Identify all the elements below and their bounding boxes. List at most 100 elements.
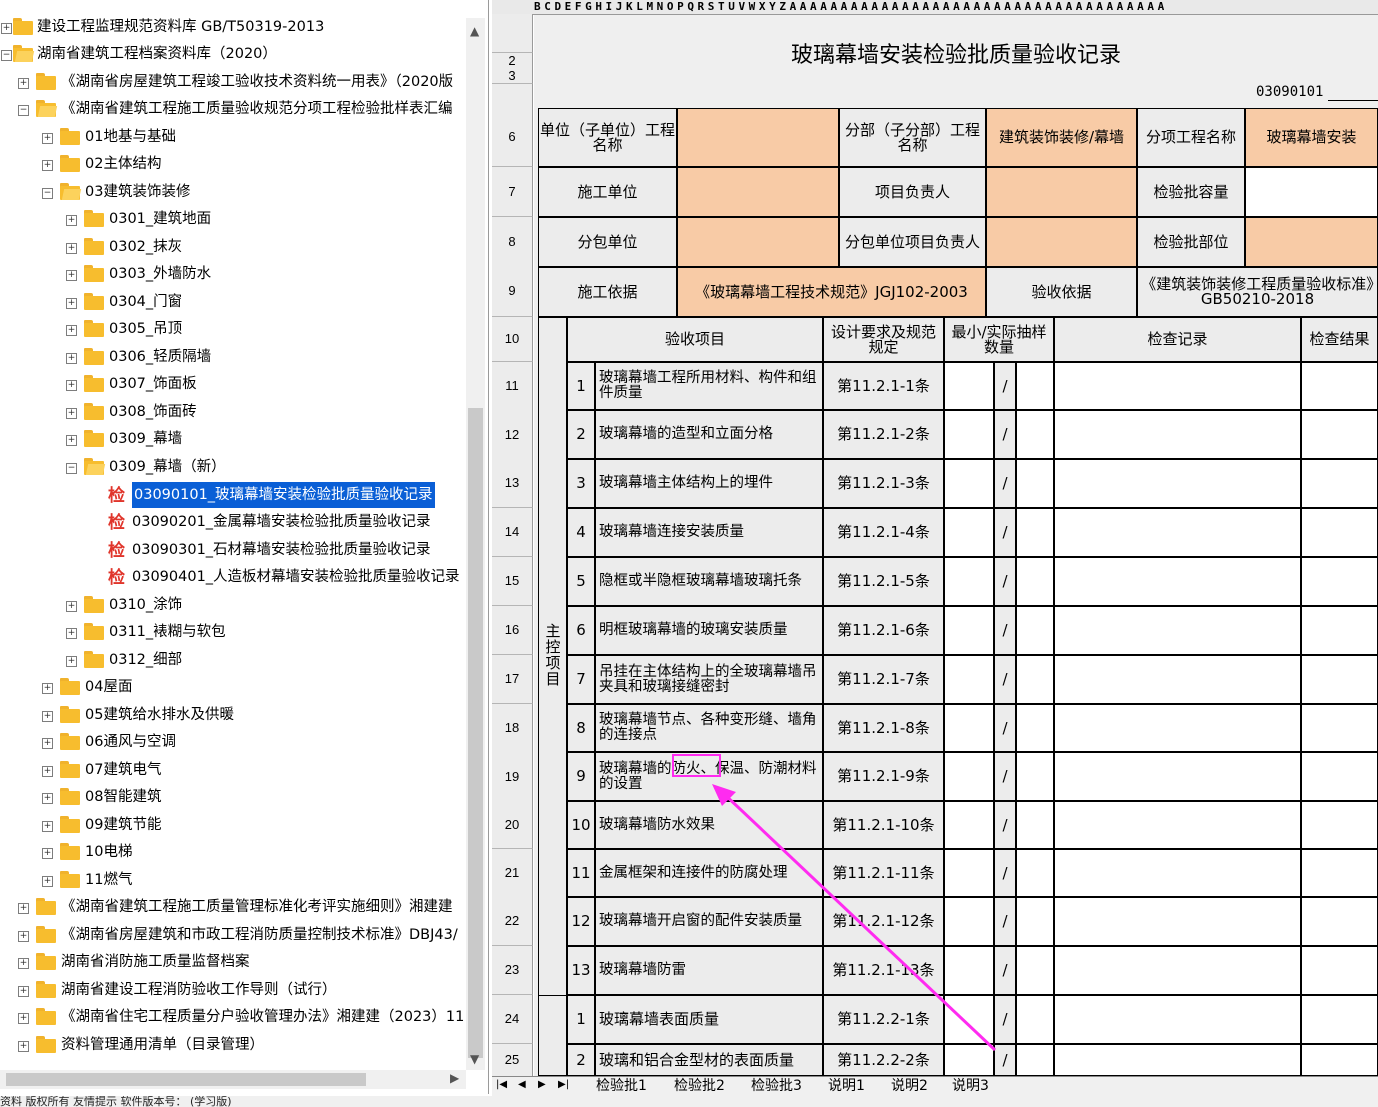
expand-icon[interactable]: +	[66, 325, 77, 336]
tree-item[interactable]: + 《湖南省房屋建筑和市政工程消防质量控制技术标准》DBJ43/	[0, 922, 466, 948]
expand-icon[interactable]: +	[42, 133, 53, 144]
expand-icon[interactable]: +	[66, 435, 77, 446]
expand-icon[interactable]: +	[66, 298, 77, 309]
scroll-right-icon[interactable]: ▶	[450, 1071, 459, 1085]
sample-actual-field[interactable]	[1016, 995, 1054, 1044]
sample-min-field[interactable]	[944, 897, 994, 946]
record-field[interactable]	[1054, 946, 1301, 995]
expand-icon[interactable]: +	[42, 848, 53, 859]
tree-item[interactable]: +04屋面	[0, 674, 466, 700]
location-value-field[interactable]	[1245, 217, 1378, 267]
row-header[interactable]: 6	[492, 108, 533, 167]
hscroll-thumb[interactable]	[6, 1073, 366, 1086]
tree-vertical-scrollbar[interactable]: ▲ ▼	[466, 18, 485, 1070]
item-value-field[interactable]: 玻璃幕墙安装	[1245, 108, 1378, 167]
row-header[interactable]: 16	[492, 606, 533, 655]
result-field[interactable]	[1301, 1044, 1378, 1076]
sample-actual-field[interactable]	[1016, 897, 1054, 946]
record-field[interactable]	[1054, 801, 1301, 849]
expand-icon[interactable]: +	[1, 23, 12, 34]
expand-icon[interactable]: +	[18, 1041, 29, 1052]
sample-actual-field[interactable]	[1016, 410, 1054, 459]
tree-item[interactable]: +0310_涂饰	[0, 592, 466, 618]
tree-item[interactable]: + 湖南省消防施工质量监督档案	[0, 949, 466, 975]
basis-value-field[interactable]: 《玻璃幕墙工程技术规范》JGJ102-2003	[677, 267, 986, 317]
row-header[interactable]: 3	[492, 69, 533, 84]
sample-actual-field[interactable]	[1016, 704, 1054, 752]
tree-item[interactable]: +05建筑给水排水及供暖	[0, 702, 466, 728]
sheet-corner[interactable]	[492, 0, 535, 15]
manager-value-field[interactable]	[986, 167, 1137, 217]
record-field[interactable]	[1054, 752, 1301, 801]
accept-value-field[interactable]: 《建筑装饰装修工程质量验收标准》GB50210-2018	[1137, 267, 1378, 317]
expand-icon[interactable]: +	[42, 793, 53, 804]
prev-sheet-icon[interactable]: ◀	[518, 1079, 526, 1090]
record-field[interactable]	[1054, 459, 1301, 508]
result-field[interactable]	[1301, 655, 1378, 704]
tree-item[interactable]: 检 03090101_玻璃幕墙安装检验批质量验收记录	[0, 482, 466, 508]
tree-item[interactable]: +08智能建筑	[0, 784, 466, 810]
sample-min-field[interactable]	[944, 946, 994, 995]
tree-item[interactable]: +01地基与基础	[0, 124, 466, 150]
sample-actual-field[interactable]	[1016, 508, 1054, 557]
collapse-icon[interactable]: −	[1, 50, 12, 61]
tree-item[interactable]: +0304_门窗	[0, 289, 466, 315]
result-field[interactable]	[1301, 752, 1378, 801]
expand-icon[interactable]: +	[42, 821, 53, 832]
collapse-icon[interactable]: −	[66, 463, 77, 474]
tree-item[interactable]: +0306_轻质隔墙	[0, 344, 466, 370]
expand-icon[interactable]: +	[42, 766, 53, 777]
row-header[interactable]: 11	[492, 362, 533, 411]
expand-icon[interactable]: +	[18, 931, 29, 942]
record-field[interactable]	[1054, 897, 1301, 946]
row-header[interactable]: 23	[492, 946, 533, 995]
sheet-tab[interactable]: 说明2	[891, 1077, 928, 1095]
row-header[interactable]: 12	[492, 410, 533, 460]
tree-item[interactable]: +10电梯	[0, 839, 466, 865]
expand-icon[interactable]: +	[66, 270, 77, 281]
row-header[interactable]: 19	[492, 752, 533, 802]
division-value-field[interactable]: 建筑装饰装修/幕墙	[986, 108, 1137, 167]
sample-actual-field[interactable]	[1016, 655, 1054, 704]
sample-min-field[interactable]	[944, 655, 994, 704]
tree-item[interactable]: +07建筑电气	[0, 757, 466, 783]
sample-min-field[interactable]	[944, 410, 994, 459]
tree-item[interactable]: + 湖南省建设工程消防验收工作导则（试行）	[0, 977, 466, 1003]
tree-item[interactable]: +02主体结构	[0, 151, 466, 177]
row-header[interactable]: 20	[492, 801, 533, 849]
record-field[interactable]	[1054, 1044, 1301, 1076]
tree-item[interactable]: +0309_幕墙	[0, 426, 466, 452]
next-sheet-icon[interactable]: ▶	[538, 1079, 546, 1090]
row-header[interactable]: 8	[492, 217, 533, 267]
tree-item[interactable]: + 《湖南省建筑工程施工质量管理标准化考评实施细则》湘建建	[0, 894, 466, 920]
sample-actual-field[interactable]	[1016, 946, 1054, 995]
result-field[interactable]	[1301, 995, 1378, 1044]
sample-min-field[interactable]	[944, 704, 994, 752]
result-field[interactable]	[1301, 362, 1378, 410]
tree-item[interactable]: + 资料管理通用清单（目录管理）	[0, 1032, 466, 1058]
tree-item[interactable]: +09建筑节能	[0, 812, 466, 838]
sheet-tab[interactable]: 说明3	[952, 1077, 989, 1095]
sample-actual-field[interactable]	[1016, 801, 1054, 849]
sample-min-field[interactable]	[944, 459, 994, 508]
sample-actual-field[interactable]	[1016, 606, 1054, 655]
tree-item[interactable]: − 0309_幕墙（新）	[0, 454, 466, 480]
tree-item[interactable]: − 湖南省建筑工程档案资料库（2020）	[0, 41, 466, 67]
result-field[interactable]	[1301, 410, 1378, 459]
tree-item[interactable]: +0305_吊顶	[0, 316, 466, 342]
expand-icon[interactable]: +	[42, 711, 53, 722]
tree-item[interactable]: +06通风与空调	[0, 729, 466, 755]
result-field[interactable]	[1301, 459, 1378, 508]
tree-item[interactable]: + 《湖南省房屋建筑工程竣工验收技术资料统一用表》（2020版	[0, 69, 466, 95]
sub-value-field[interactable]	[677, 217, 839, 267]
expand-icon[interactable]: +	[42, 738, 53, 749]
expand-icon[interactable]: +	[42, 876, 53, 887]
tree-item[interactable]: + 《湖南省住宅工程质量分户验收管理办法》湘建建（2023）11	[0, 1004, 466, 1030]
expand-icon[interactable]: +	[66, 215, 77, 226]
result-field[interactable]	[1301, 704, 1378, 752]
sample-actual-field[interactable]	[1016, 752, 1054, 801]
row-header[interactable]	[492, 14, 533, 53]
record-field[interactable]	[1054, 557, 1301, 606]
expand-icon[interactable]: +	[42, 160, 53, 171]
expand-icon[interactable]: +	[66, 380, 77, 391]
